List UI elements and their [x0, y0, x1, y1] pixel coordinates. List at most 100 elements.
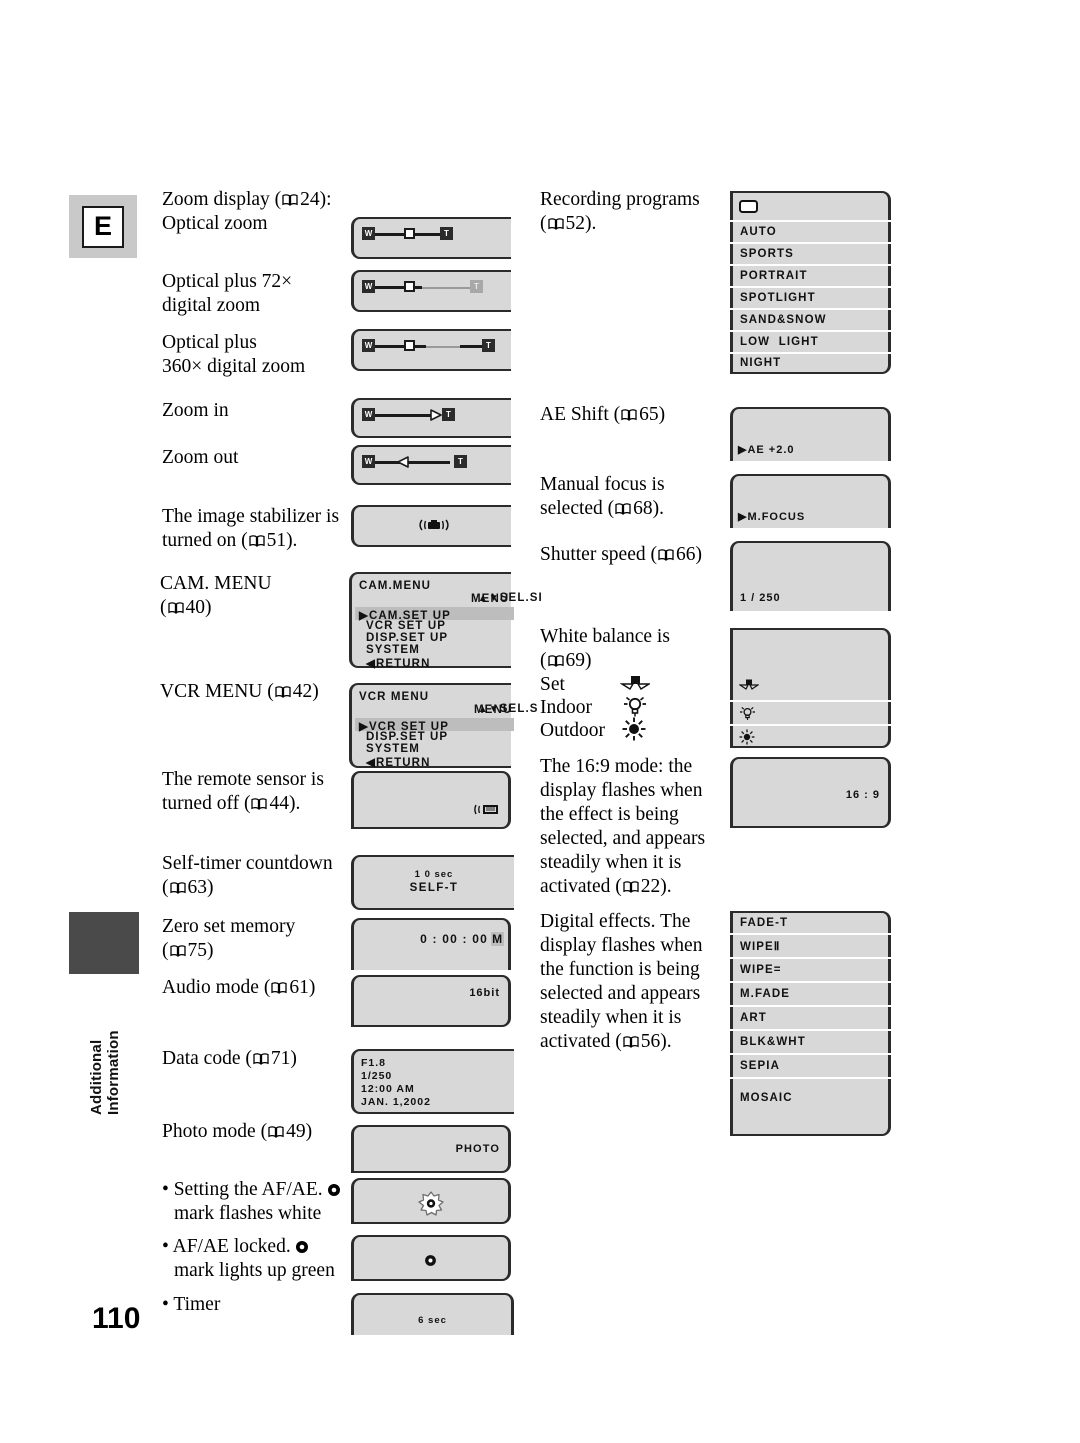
- zoom-bar-optical: W T: [362, 227, 502, 241]
- zero-set-memory-value: 0 : 00 : 00: [420, 932, 488, 946]
- chapter-letter-chip: E: [69, 195, 137, 258]
- cam-menu-item-3[interactable]: SYSTEM: [366, 644, 420, 656]
- cam-menu-item-1[interactable]: VCR SET UP: [366, 620, 446, 632]
- self-timer-label: SELF-T: [409, 882, 459, 894]
- wb-outdoor-icon: [622, 717, 646, 746]
- label-remote-sensor: The remote sensor is turned off (44).: [162, 769, 324, 814]
- screen-optical-360x: W T: [351, 329, 511, 371]
- label-optical-zoom: Optical zoom: [162, 213, 268, 234]
- book-icon: [167, 602, 184, 614]
- white-balance-row-outdoor[interactable]: [730, 726, 891, 748]
- zoom-wide-cap: W: [362, 408, 375, 421]
- image-stabilizer-icon: [419, 517, 449, 538]
- manual-page: E Additional Information 110 Zoom displa…: [0, 0, 1080, 1443]
- book-icon: [169, 945, 186, 957]
- digital-effect-row[interactable]: ART: [730, 1007, 891, 1029]
- book-icon: [615, 503, 631, 515]
- vcr-menu-item-1[interactable]: DISP.SET UP: [366, 731, 448, 743]
- label-optical-plus-72: Optical plus 72× digital zoom: [162, 271, 293, 316]
- recording-program-row-auto-icon[interactable]: [730, 191, 891, 220]
- label-wide-mode: The 16:9 mode: the display flashes when …: [540, 756, 706, 897]
- side-tab-line-1: Additional: [88, 1039, 105, 1115]
- screen-remote-sensor-off: [351, 771, 511, 829]
- screen-cam-menu: CAM.MENU ▲▼SEL.SI MENU ▶CAM.SET UP VCR S…: [349, 572, 542, 670]
- label-wb-set: Set: [540, 674, 565, 695]
- label-self-timer: Self-timer countdown (63): [162, 853, 333, 898]
- book-icon: [253, 1053, 269, 1065]
- shutter-speed-value: 1 / 250: [740, 592, 781, 604]
- audio-mode-value: 16bit: [469, 987, 500, 999]
- digital-effect-row[interactable]: FADE-T: [730, 911, 891, 933]
- recording-program-row[interactable]: AUTO: [730, 222, 891, 242]
- book-icon: [658, 549, 674, 561]
- label-setting-afae: • Setting the AF/AE. mark flashes white: [162, 1178, 362, 1226]
- screen-self-timer: 1 0 sec SELF-T: [351, 855, 514, 910]
- recording-program-row[interactable]: LOW LIGHT: [730, 332, 891, 352]
- digital-effect-row[interactable]: SEPIA: [730, 1055, 891, 1077]
- recording-programs-list: AUTO SPORTS PORTRAIT SPOTLIGHT SAND&SNOW…: [730, 191, 891, 376]
- label-manual-focus: Manual focus is selected (68).: [540, 474, 665, 519]
- label-recording-programs: Recording programs (52).: [540, 189, 700, 234]
- data-code-date: JAN. 1,2002: [361, 1096, 431, 1108]
- vcr-menu-hint-2: MENU: [474, 704, 513, 716]
- zoom-wide-cap: W: [362, 280, 375, 293]
- photo-mode-value: PHOTO: [455, 1143, 500, 1155]
- zoom-tele-cap: T: [442, 408, 455, 421]
- wide-mode-value: 16 : 9: [845, 789, 880, 801]
- label-data-code: Data code (71): [162, 1048, 297, 1069]
- afae-mark-icon: [327, 1180, 343, 1196]
- remote-sensor-off-icon: [474, 803, 500, 821]
- label-afae-locked: • AF/AE locked. mark lights up green: [162, 1236, 335, 1281]
- digital-effects-list: FADE-T WIPEⅡ WIPE= M.FADE ART BLK&WHT SE…: [730, 911, 891, 1138]
- digital-effect-row[interactable]: M.FADE: [730, 983, 891, 1005]
- wb-set-screen-icon: [738, 677, 760, 695]
- self-timer-seconds: 1 0 sec: [414, 869, 454, 880]
- cam-menu-item-2[interactable]: DISP.SET UP: [366, 632, 448, 644]
- screen-zoom-out: W T: [351, 445, 511, 485]
- zoom-wide-cap: W: [362, 339, 375, 352]
- label-wb-indoor: Indoor: [540, 697, 592, 718]
- recording-program-row[interactable]: NIGHT: [730, 354, 891, 374]
- digital-effect-row[interactable]: WIPE=: [730, 959, 891, 981]
- recording-program-row[interactable]: PORTRAIT: [730, 266, 891, 286]
- side-tab-label: Additional Information: [62, 985, 148, 1115]
- cam-menu-item-4[interactable]: ◀RETURN: [366, 656, 430, 670]
- afae-mark-icon: [295, 1237, 311, 1253]
- book-icon: [275, 686, 291, 698]
- digital-effect-row[interactable]: BLK&WHT: [730, 1031, 891, 1053]
- book-icon: [547, 655, 564, 667]
- digital-effect-row[interactable]: MOSAIC: [730, 1079, 891, 1136]
- digital-effect-row[interactable]: WIPEⅡ: [730, 935, 891, 957]
- vcr-menu-item-2[interactable]: SYSTEM: [366, 743, 420, 755]
- screen-afae-setting: [351, 1178, 511, 1224]
- recording-program-row[interactable]: SPORTS: [730, 244, 891, 264]
- screen-data-code: F1.8 1/250 12:00 AM JAN. 1,2002: [351, 1049, 514, 1114]
- cam-menu-hint-2: MENU: [471, 593, 510, 605]
- chapter-letter: E: [82, 205, 124, 248]
- label-digital-effects: Digital effects. The display flashes whe…: [540, 911, 703, 1052]
- label-shutter-speed: Shutter speed (66): [540, 544, 702, 565]
- side-tab-line-2: Information: [105, 1030, 122, 1115]
- white-balance-row-set[interactable]: [730, 628, 891, 700]
- recording-program-row[interactable]: SAND&SNOW: [730, 310, 891, 330]
- screen-timer: 6 sec: [351, 1293, 514, 1335]
- cam-menu-title: CAM.MENU: [359, 580, 432, 592]
- screen-wide-mode: 16 : 9: [730, 757, 891, 828]
- wb-outdoor-screen-icon: [739, 729, 755, 750]
- label-timer: • Timer: [162, 1294, 221, 1315]
- label-audio-mode: Audio mode (61): [162, 977, 316, 998]
- label-zero-set-memory: Zero set memory (75): [162, 916, 296, 961]
- white-balance-row-indoor[interactable]: [730, 702, 891, 724]
- book-icon: [623, 881, 639, 893]
- screen-manual-focus: ▶M.FOCUS: [730, 474, 891, 528]
- label-cam-menu: CAM. MENU (40): [160, 573, 272, 618]
- manual-focus-value: ▶M.FOCUS: [738, 511, 806, 523]
- recording-program-row[interactable]: SPOTLIGHT: [730, 288, 891, 308]
- book-icon: [623, 1036, 639, 1048]
- label-zoom-out: Zoom out: [162, 447, 239, 468]
- zero-set-memory-marker: M: [491, 932, 504, 946]
- wb-indoor-screen-icon: [739, 705, 756, 726]
- side-tab-block: [69, 912, 139, 974]
- data-code-time: 12:00 AM: [361, 1083, 415, 1095]
- vcr-menu-item-3[interactable]: ◀RETURN: [366, 755, 430, 769]
